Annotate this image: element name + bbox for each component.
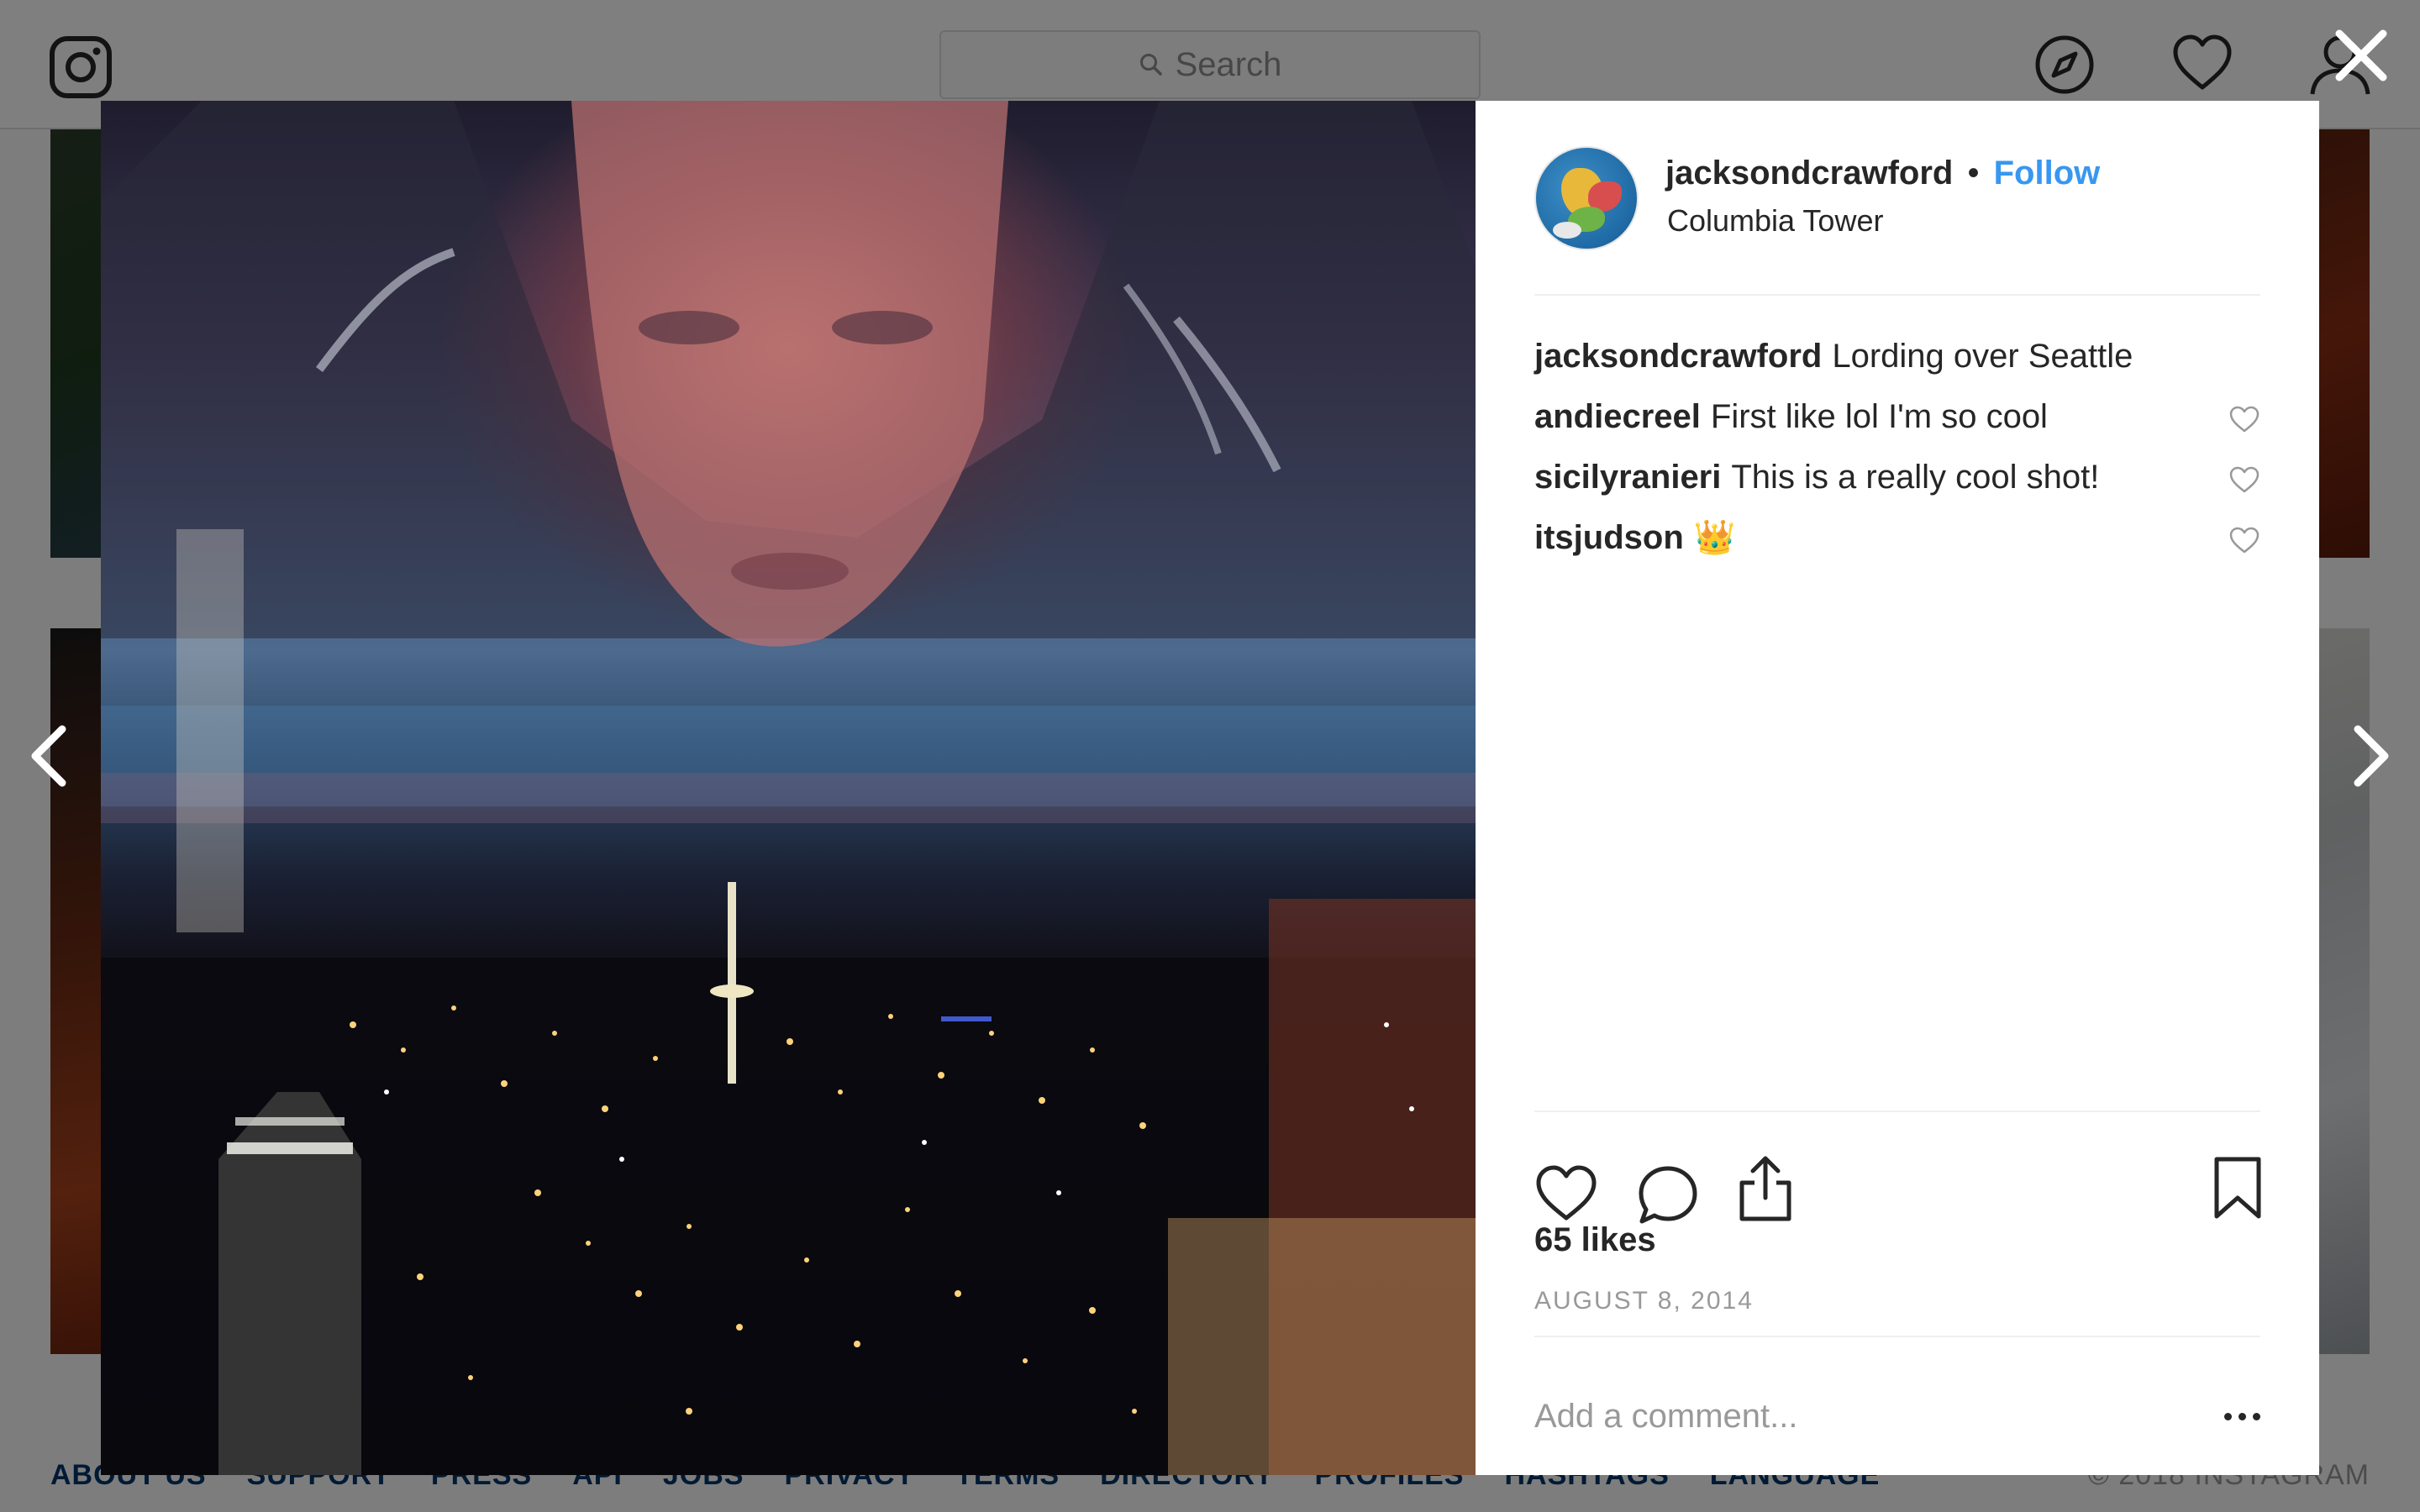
instagram-page: Search ABOUT US SUPPORT PRESS API JOBS P… [0,0,2420,1512]
comment-author[interactable]: jacksondcrawford [1534,338,1822,375]
post-header: jacksondcrawford • Follow Columbia Tower [1534,146,2260,250]
comments-list: jacksondcrawford Lording over Seattle and… [1534,326,2260,568]
comment-row: sicilyranieri This is a really cool shot! [1534,447,2260,507]
likes-count[interactable]: 65 likes [1534,1221,1656,1259]
comment-box-divider [1534,1336,2260,1337]
actions-divider [1534,1110,2260,1112]
comment-row: itsjudson 👑 [1534,507,2260,568]
chevron-right-icon[interactable] [2344,722,2395,790]
post-modal: jacksondcrawford • Follow Columbia Tower… [101,101,2319,1475]
follow-button[interactable]: Follow [1994,155,2101,192]
like-heart-icon[interactable] [1534,1164,1598,1223]
comment-like-heart-icon[interactable] [2228,405,2260,433]
comment-text: Lording over Seattle [1832,338,2133,375]
comment-text: First like lol I'm so cool [1710,398,2048,435]
comment-like-heart-icon[interactable] [2228,526,2260,554]
comment-row: andiecreel First like lol I'm so cool [1534,386,2260,447]
comment-author[interactable]: andiecreel [1534,398,1701,435]
caption: jacksondcrawford Lording over Seattle [1534,326,2260,386]
comment-bubble-icon[interactable] [1637,1164,1699,1226]
comment-like-heart-icon[interactable] [2228,465,2260,494]
comment-author[interactable]: itsjudson [1534,519,1684,556]
post-username[interactable]: jacksondcrawford [1665,155,1953,192]
more-options-icon[interactable] [2210,1408,2260,1425]
comment-author[interactable]: sicilyranieri [1534,459,1721,496]
post-author-line: jacksondcrawford • Follow [1665,155,2100,192]
post-sidebar: jacksondcrawford • Follow Columbia Tower… [1476,101,2319,1475]
post-photo[interactable] [101,101,1476,1475]
chevron-left-icon[interactable] [25,722,76,790]
comment-text: 👑 [1693,519,1736,556]
separator-dot: • [1967,155,1980,192]
save-bookmark-icon[interactable] [2213,1156,2262,1220]
post-location[interactable]: Columbia Tower [1667,203,1883,239]
post-photo-artwork [101,101,1476,1475]
add-comment-input[interactable] [1534,1397,2210,1436]
close-x-icon[interactable] [2331,25,2391,86]
avatar[interactable] [1534,146,1639,250]
share-upload-icon[interactable] [1738,1154,1793,1223]
header-divider [1534,294,2260,296]
post-date: AUGUST 8, 2014 [1534,1287,1754,1315]
add-comment-row [1534,1383,2260,1450]
comment-text: This is a really cool shot! [1731,459,2100,496]
